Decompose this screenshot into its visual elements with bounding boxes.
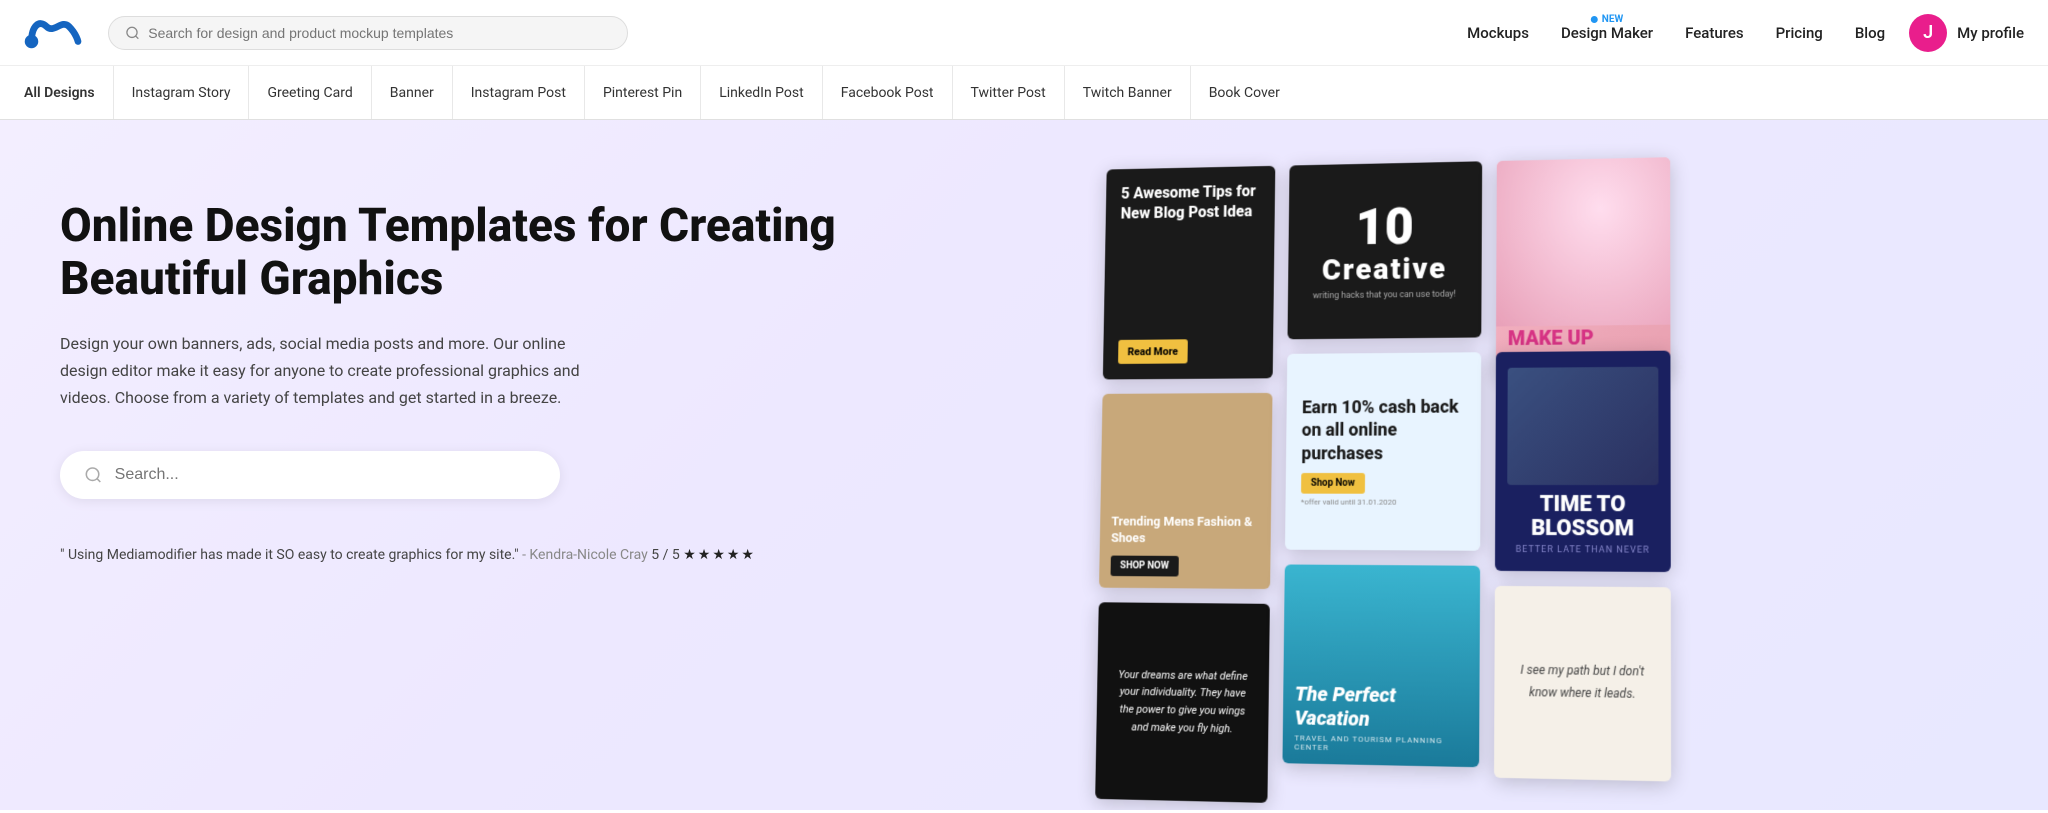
- card-vacation: The Perfect Vacation TRAVEL AND TOURISM …: [1282, 564, 1480, 767]
- search-icon: [125, 25, 140, 41]
- avatar: J: [1909, 14, 1947, 52]
- card-vacation-title: The Perfect Vacation: [1294, 682, 1467, 733]
- search-bar[interactable]: [108, 16, 628, 50]
- hero-right: 5 Awesome Tips for New Blog Post Idea Re…: [1065, 120, 2048, 810]
- hero-section: Online Design Templates for Creating Bea…: [0, 120, 2048, 810]
- card-blog-cta: Read More: [1118, 339, 1187, 364]
- nav-design-maker[interactable]: NEW Design Maker: [1561, 24, 1653, 42]
- nav-blog[interactable]: Blog: [1855, 24, 1885, 42]
- card-path: I see my path but I don't know where it …: [1494, 586, 1671, 782]
- card-blog-title: 5 Awesome Tips for New Blog Post Idea: [1120, 181, 1259, 223]
- card-makeup: MAKE UP WORKSHOP: [1496, 157, 1671, 377]
- search-input[interactable]: [148, 25, 611, 41]
- hero-left: Online Design Templates for Creating Bea…: [0, 120, 1065, 810]
- card-cashback-cta: Shop Now: [1301, 473, 1365, 494]
- sub-nav-instagram-post[interactable]: Instagram Post: [453, 66, 585, 120]
- collage: 5 Awesome Tips for New Blog Post Idea Re…: [1076, 128, 2048, 810]
- sub-nav-twitch-banner[interactable]: Twitch Banner: [1065, 66, 1191, 120]
- sub-nav-book-cover[interactable]: Book Cover: [1191, 66, 1298, 120]
- nav-mockups[interactable]: Mockups: [1467, 24, 1529, 42]
- sub-nav-facebook-post[interactable]: Facebook Post: [823, 66, 953, 120]
- card-cashback-title: Earn 10% cash back on all online purchas…: [1301, 396, 1465, 466]
- sub-nav: All Designs Instagram Story Greeting Car…: [0, 66, 2048, 120]
- hero-description: Design your own banners, ads, social med…: [60, 330, 580, 412]
- card-blossom: TIME TO BLOSSOM BETTER LATE THAN NEVER: [1495, 351, 1671, 572]
- card-dream-subtitle: writing hacks that you can use today!: [1313, 289, 1456, 301]
- card-fashion-title: Trending Mens Fashion & Shoes: [1111, 515, 1259, 549]
- logo[interactable]: [24, 11, 84, 55]
- hero-search-input[interactable]: [115, 466, 536, 484]
- hero-search-bar[interactable]: [60, 451, 560, 499]
- sub-nav-banner[interactable]: Banner: [372, 66, 453, 120]
- card-dream-title: Creative: [1322, 251, 1447, 287]
- card-blossom-line2: BLOSSOM: [1531, 517, 1634, 542]
- profile-label: My profile: [1957, 24, 2024, 42]
- card-blog: 5 Awesome Tips for New Blog Post Idea Re…: [1103, 166, 1275, 380]
- card-blossom-line1: TIME TO: [1540, 493, 1626, 517]
- main-nav: Mockups NEW Design Maker Features Pricin…: [1467, 24, 1885, 42]
- card-blossom-sub: BETTER LATE THAN NEVER: [1516, 545, 1650, 556]
- hero-title: Online Design Templates for Creating Bea…: [60, 200, 1005, 306]
- new-badge: NEW: [1591, 14, 1623, 25]
- sub-nav-all-designs[interactable]: All Designs: [20, 66, 114, 120]
- card-vacation-sub: TRAVEL AND TOURISM PLANNING CENTER: [1294, 733, 1467, 754]
- card-makeup-line1: MAKE UP: [1508, 325, 1659, 350]
- card-dream: 10 Creative writing hacks that you can u…: [1287, 161, 1482, 339]
- sub-nav-pinterest-pin[interactable]: Pinterest Pin: [585, 66, 701, 120]
- card-fashion: Trending Mens Fashion & Shoes SHOP NOW: [1099, 393, 1272, 589]
- card-quote: Your dreams are what define your individ…: [1095, 602, 1270, 803]
- sub-nav-twitter-post[interactable]: Twitter Post: [953, 66, 1065, 120]
- testimonial: " Using Mediamodifier has made it SO eas…: [60, 547, 1005, 563]
- card-dream-number: 10: [1355, 201, 1414, 252]
- sub-nav-linkedin-post[interactable]: LinkedIn Post: [701, 66, 823, 120]
- hero-search-icon: [84, 465, 103, 485]
- card-path-text: I see my path but I don't know where it …: [1506, 660, 1658, 706]
- card-fashion-cta: SHOP NOW: [1110, 556, 1178, 577]
- card-cashback: Earn 10% cash back on all online purchas…: [1285, 352, 1481, 551]
- nav-pricing[interactable]: Pricing: [1776, 24, 1823, 42]
- nav-features[interactable]: Features: [1685, 24, 1743, 42]
- card-quote-text: Your dreams are what define your individ…: [1111, 666, 1253, 738]
- header: Mockups NEW Design Maker Features Pricin…: [0, 0, 2048, 66]
- sub-nav-greeting-card[interactable]: Greeting Card: [249, 66, 371, 120]
- sub-nav-instagram-story[interactable]: Instagram Story: [114, 66, 250, 120]
- card-cashback-note: *offer valid until 31.01.2020: [1301, 498, 1465, 507]
- profile-area[interactable]: J My profile: [1909, 14, 2024, 52]
